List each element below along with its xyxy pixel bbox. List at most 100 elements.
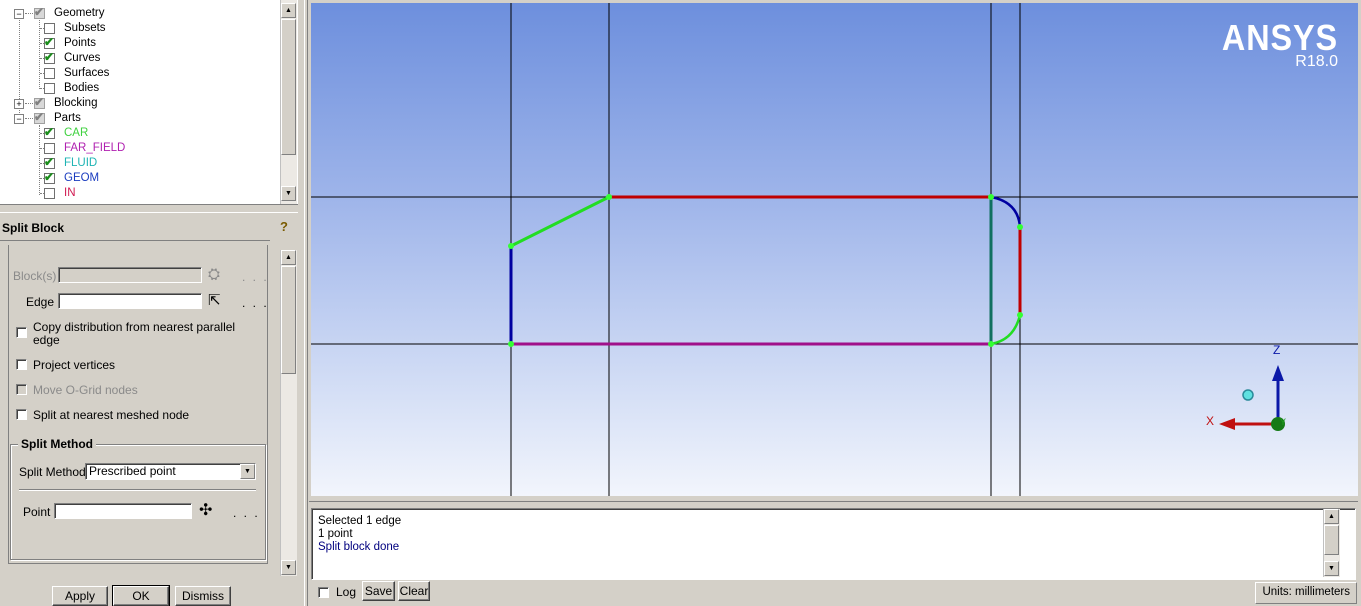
panel-title: Split Block	[2, 221, 65, 235]
model-tree[interactable]: − Geometry Subsets Points Curves Surfaces Bodi…	[0, 0, 298, 205]
tree-item-fluid[interactable]: FLUID	[0, 155, 278, 171]
tree-item-in[interactable]: IN	[0, 186, 278, 201]
save-button[interactable]: Save	[362, 581, 395, 601]
message-line: 1 point	[318, 528, 353, 540]
tree-item-far-field[interactable]: FAR_FIELD	[0, 141, 278, 156]
collapse-icon[interactable]: −	[14, 9, 24, 19]
select-blocks-icon: ⛭	[208, 266, 221, 283]
vertex[interactable]	[508, 341, 514, 347]
ansys-version: R18.0	[1295, 53, 1338, 70]
graphics-viewport[interactable]: Z X Y ANSYS R18.0	[311, 3, 1358, 496]
scroll-down-button[interactable]: ▼	[281, 560, 296, 575]
visibility-checkbox[interactable]	[44, 83, 55, 94]
vertex[interactable]	[988, 194, 994, 200]
split-method-select[interactable]: Prescribed point ▼	[85, 463, 256, 480]
help-icon[interactable]: ?	[276, 218, 292, 236]
tree-item-label: IN	[64, 187, 76, 199]
block-edge-slanted[interactable]	[510, 195, 610, 248]
scroll-thumb[interactable]	[281, 19, 296, 155]
copy-distribution-label-2: edge	[33, 333, 60, 347]
edge-field[interactable]	[58, 293, 202, 309]
visibility-checkbox[interactable]	[34, 95, 45, 110]
visibility-checkbox[interactable]	[34, 110, 45, 125]
axis-triad: Z X Y	[1206, 343, 1286, 431]
geometry-canvas[interactable]: Z X Y	[311, 3, 1358, 496]
visibility-checkbox[interactable]	[44, 68, 55, 79]
vertex[interactable]	[1017, 224, 1023, 230]
clear-button[interactable]: Clear	[398, 581, 430, 601]
chevron-down-icon[interactable]: ▼	[240, 464, 255, 479]
vertex[interactable]	[988, 341, 994, 347]
visibility-checkbox[interactable]	[44, 188, 55, 199]
scroll-up-button[interactable]: ▲	[281, 3, 296, 18]
scroll-up-button[interactable]: ▲	[281, 250, 296, 265]
tree-guide-line	[25, 103, 33, 104]
project-vertices-label: Project vertices	[33, 358, 116, 372]
move-ogrid-checkbox	[16, 384, 27, 395]
tree-item-geom[interactable]: GEOM	[0, 170, 278, 186]
vertical-splitter[interactable]	[304, 0, 308, 606]
visibility-checkbox[interactable]	[44, 143, 55, 154]
vertex[interactable]	[606, 194, 612, 200]
split-method-label: Split Method	[19, 465, 86, 479]
select-edge-cursor-icon[interactable]: ⇱	[208, 291, 230, 309]
log-checkbox[interactable]	[318, 587, 329, 598]
tree-item-surfaces[interactable]: Surfaces	[0, 66, 278, 81]
tree-guide-line	[25, 118, 33, 119]
visibility-checkbox[interactable]	[44, 125, 55, 140]
copy-distribution-checkbox[interactable]	[16, 327, 27, 338]
ok-button[interactable]: OK	[112, 585, 170, 606]
scroll-down-button[interactable]: ▼	[281, 186, 296, 201]
tree-guide-line	[25, 13, 33, 14]
message-scrollbar[interactable]: ▲ ▼	[1323, 509, 1340, 577]
visibility-checkbox[interactable]	[44, 50, 55, 65]
split-method-group	[10, 444, 266, 560]
tree-item-bodies[interactable]: Bodies	[0, 81, 278, 96]
scroll-down-button[interactable]: ▼	[1324, 561, 1339, 576]
tree-item-label: Surfaces	[64, 67, 110, 79]
point-more-button[interactable]: . . .	[233, 506, 260, 520]
z-arrowhead	[1272, 365, 1284, 381]
tree-item-geometry[interactable]: − Geometry	[0, 5, 278, 21]
dismiss-button[interactable]: Dismiss	[175, 586, 231, 606]
apply-button[interactable]: Apply	[52, 586, 108, 606]
tree-item-label: Bodies	[64, 82, 100, 94]
tree-item-label: Parts	[54, 112, 81, 124]
tree-item-blocking[interactable]: + Blocking	[0, 95, 278, 111]
tree-item-parts[interactable]: − Parts	[0, 110, 278, 126]
collapse-icon[interactable]: −	[14, 114, 24, 124]
block-edge-arc-bottom[interactable]	[990, 314, 1022, 346]
tree-item-subsets[interactable]: Subsets	[0, 21, 278, 36]
units-indicator[interactable]: Units: millimeters	[1255, 582, 1357, 604]
expand-icon[interactable]: +	[14, 99, 24, 109]
vertex[interactable]	[508, 243, 514, 249]
tree-item-label: FAR_FIELD	[64, 142, 126, 154]
message-line: Selected 1 edge	[318, 515, 402, 527]
message-window[interactable]: Selected 1 edge 1 point Split block done…	[311, 508, 1356, 580]
visibility-checkbox[interactable]	[44, 170, 55, 185]
visibility-checkbox[interactable]	[44, 35, 55, 50]
edge-more-button[interactable]: . . .	[242, 296, 269, 310]
panel-scrollbar[interactable]: ▲ ▼	[280, 250, 297, 576]
tree-item-car[interactable]: CAR	[0, 125, 278, 141]
tree-item-curves[interactable]: Curves	[0, 50, 278, 66]
vertex[interactable]	[1017, 312, 1023, 318]
split-nearest-checkbox[interactable]	[16, 409, 27, 420]
select-point-icon[interactable]: ✣	[199, 500, 221, 520]
tree-item-label: GEOM	[64, 172, 100, 184]
block-edge-arc-top[interactable]	[990, 195, 1022, 228]
point-field[interactable]	[54, 503, 192, 519]
visibility-checkbox[interactable]	[44, 155, 55, 170]
scroll-thumb[interactable]	[281, 266, 296, 374]
split-method-group-title: Split Method	[18, 437, 96, 451]
visibility-checkbox[interactable]	[34, 5, 45, 20]
scroll-up-button[interactable]: ▲	[1324, 509, 1339, 524]
view-center-marker	[1242, 389, 1254, 401]
scroll-thumb[interactable]	[1324, 525, 1339, 555]
tree-item-points[interactable]: Points	[0, 35, 278, 51]
tree-scrollbar[interactable]: ▲ ▼	[280, 0, 297, 204]
split-block-form: Block(s) ⛭ . . . Edge ⇱ . . . Copy distr…	[0, 245, 298, 577]
divider	[0, 240, 270, 241]
visibility-checkbox[interactable]	[44, 23, 55, 34]
project-vertices-checkbox[interactable]	[16, 359, 27, 370]
